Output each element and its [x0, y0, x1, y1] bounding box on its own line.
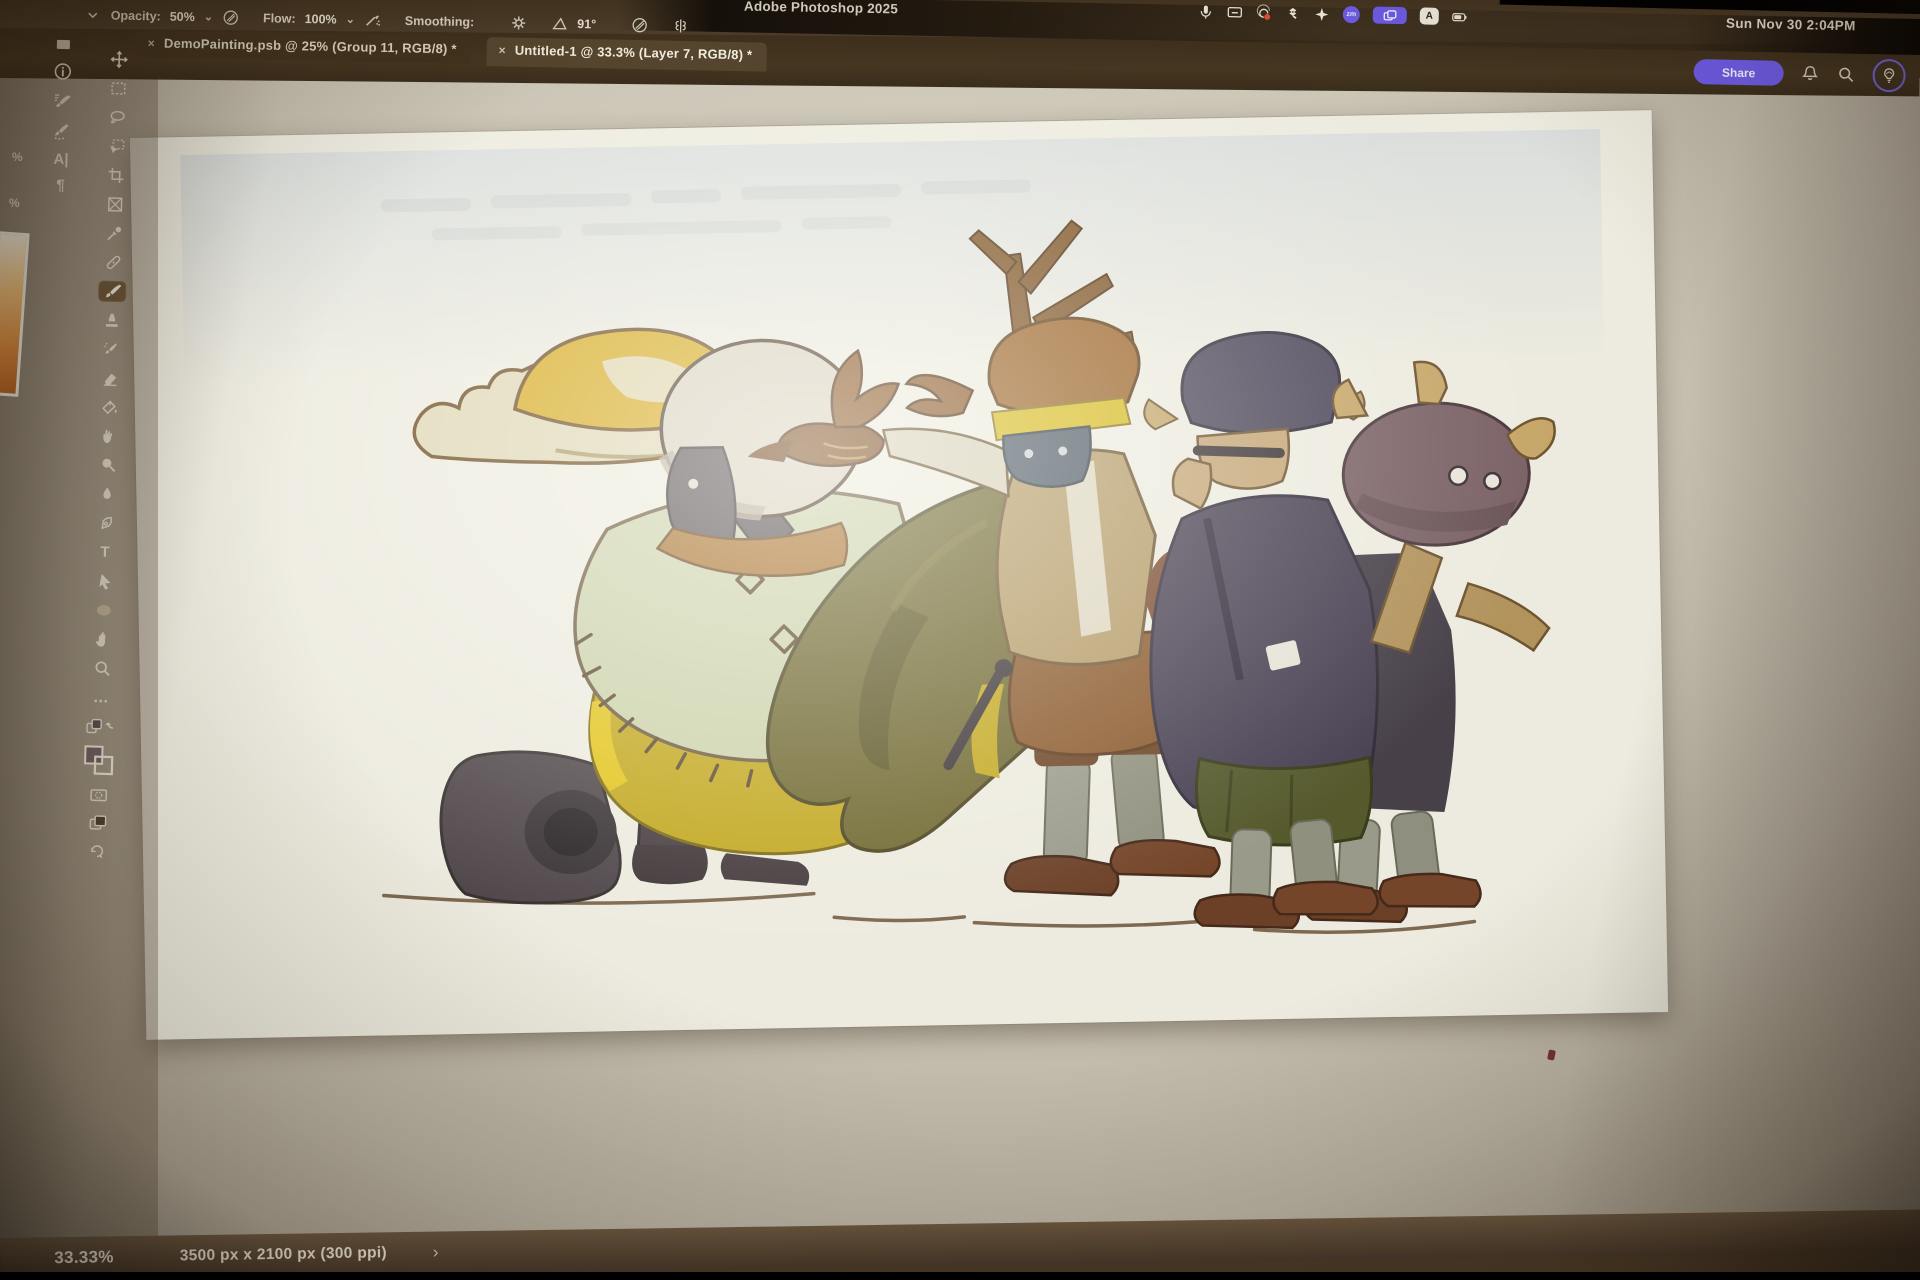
panel-tile-icon[interactable] [57, 40, 70, 49]
screen-mode-icon[interactable] [88, 813, 108, 833]
zoom-level-field[interactable]: 33.33% [54, 1247, 114, 1268]
smudge-tool[interactable] [95, 426, 122, 446]
crop-tool[interactable] [102, 166, 129, 186]
blur-tool[interactable] [93, 484, 120, 504]
battery-icon[interactable] [1452, 9, 1468, 25]
stacked-windows-icon [1382, 7, 1398, 23]
history-brush-tool[interactable] [97, 340, 124, 360]
header-actions: Share ⌄ [1693, 55, 1920, 94]
notifications-bell-icon[interactable] [1800, 64, 1819, 83]
canvas-document[interactable] [130, 110, 1668, 1040]
object-selection-tool[interactable] [103, 137, 130, 157]
info-panel-icon[interactable] [53, 62, 72, 81]
gradient-bucket-tool[interactable] [96, 398, 123, 418]
toolbar-footer: ⋯ [80, 693, 117, 861]
collapsed-panel-strip: A| ¶ [51, 40, 73, 193]
brush-settings-panel-icon[interactable] [53, 92, 72, 111]
paint-symmetry-icon[interactable] [672, 17, 690, 35]
shape-tool[interactable] [90, 600, 117, 620]
menubar-app-title[interactable]: Adobe Photoshop 2025 [744, 0, 898, 16]
brush-tool[interactable] [99, 282, 126, 302]
healing-brush-tool[interactable] [100, 253, 127, 273]
input-source-badge[interactable]: A [1420, 7, 1439, 24]
marquee-tool[interactable] [105, 79, 132, 99]
display-icon[interactable] [1227, 4, 1243, 20]
artwork-characters [130, 110, 1668, 1040]
document-dimensions[interactable]: 3500 px x 2100 px (300 ppi) [180, 1244, 387, 1265]
brush-angle-icon[interactable] [550, 15, 568, 33]
lasso-tool[interactable] [104, 108, 131, 128]
frame-tool[interactable] [101, 195, 128, 215]
edge-percent-top: % [12, 150, 23, 164]
lightbulb-icon [1879, 66, 1898, 85]
flow-dropdown-icon[interactable]: ⌄ [346, 12, 355, 25]
flow-value[interactable]: 100% [305, 12, 337, 27]
rotate-view-icon[interactable] [87, 841, 107, 861]
clone-stamp-tool[interactable] [98, 311, 125, 331]
dropbox-icon[interactable] [1285, 5, 1301, 21]
zoom-tool[interactable] [88, 658, 115, 678]
cursor-tool-icon[interactable] [1314, 6, 1330, 22]
tool-preset-chevron-icon[interactable] [84, 6, 102, 24]
paragraph-panel-icon[interactable]: ¶ [56, 178, 65, 193]
type-tool[interactable]: T [92, 542, 119, 562]
eraser-tool[interactable] [97, 369, 124, 389]
status-chevron-icon[interactable]: › [433, 1242, 439, 1262]
smoothing-label: Smoothing: [405, 14, 475, 29]
tab-label: Untitled-1 @ 33.3% (Layer 7, RGB/8) * [515, 43, 753, 63]
opacity-value[interactable]: 50% [170, 10, 195, 24]
close-icon[interactable]: × [148, 36, 155, 50]
tab-label: DemoPainting.psb @ 25% (Group 11, RGB/8)… [164, 36, 457, 57]
window-manager-badge[interactable] [1373, 7, 1407, 25]
path-selection-tool[interactable] [91, 571, 118, 591]
mic-icon[interactable] [1198, 3, 1214, 19]
character-panel-icon[interactable]: A| [53, 152, 68, 167]
quick-mask-icon[interactable] [88, 785, 108, 805]
opacity-pressure-icon[interactable] [222, 9, 240, 27]
opacity-label: Opacity: [111, 8, 161, 23]
airbrush-icon[interactable] [364, 11, 382, 29]
hand-tool[interactable] [89, 629, 116, 649]
screen-record-icon[interactable] [1256, 5, 1272, 21]
edit-toolbar-icon[interactable]: ⋯ [93, 694, 108, 709]
size-pressure-icon[interactable] [631, 16, 649, 34]
discover-lightbulb-button[interactable] [1872, 59, 1906, 93]
edge-percent-bottom: % [9, 196, 20, 210]
brushes-panel-icon[interactable] [52, 122, 71, 141]
move-tool[interactable] [105, 50, 132, 70]
menubar-clock[interactable]: Sun Nov 30 2:04PM [1726, 16, 1856, 34]
brush-angle-value[interactable]: 91° [577, 17, 596, 31]
pen-tool[interactable] [93, 513, 120, 533]
close-icon[interactable]: × [498, 43, 505, 57]
dodge-tool[interactable] [94, 455, 121, 475]
eyedropper-tool[interactable] [101, 224, 128, 244]
smoothing-gear-icon[interactable] [509, 14, 527, 32]
share-button[interactable]: Share [1693, 59, 1784, 86]
opacity-dropdown-icon[interactable]: ⌄ [204, 10, 213, 23]
zoom-app-badge[interactable]: zm [1343, 6, 1360, 23]
tab-untitled-1[interactable]: × Untitled-1 @ 33.3% (Layer 7, RGB/8) * [486, 37, 766, 70]
flow-label: Flow: [263, 11, 296, 26]
photoshop-window: Adobe Photoshop 2025 zm A Sun Nov 30 2:0… [0, 0, 1920, 1272]
swap-colors-icon[interactable] [85, 717, 115, 736]
foreground-background-swatches[interactable] [83, 744, 116, 777]
search-icon[interactable] [1836, 65, 1855, 84]
